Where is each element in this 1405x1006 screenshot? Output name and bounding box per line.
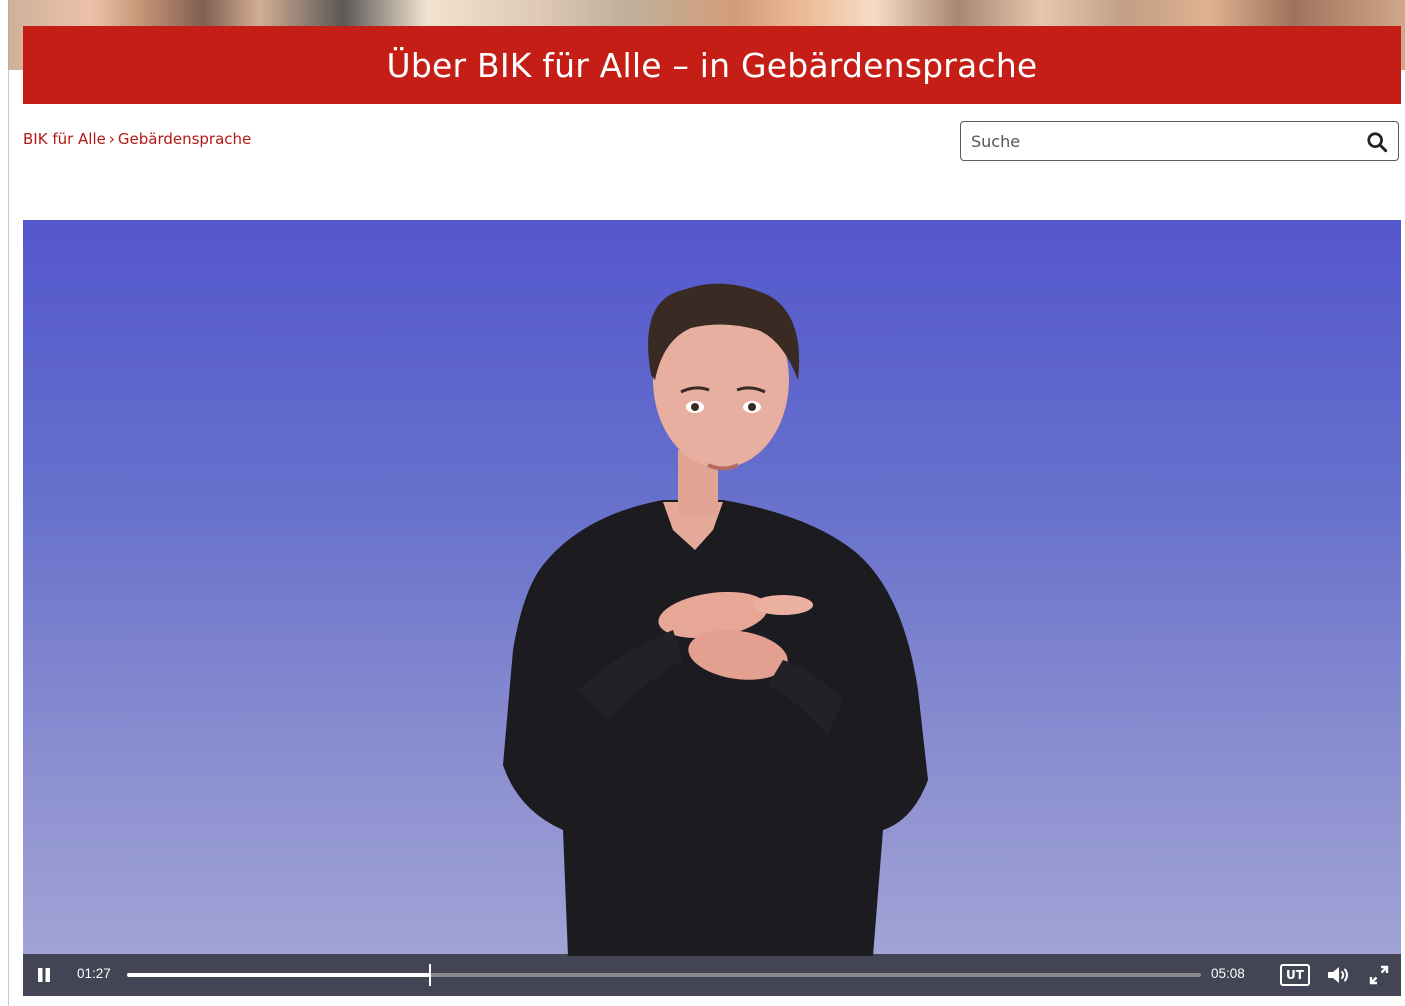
video-player[interactable]: 01:27 05:08 UT (23, 220, 1401, 996)
breadcrumb: BIK für Alle › Gebärdensprache (23, 130, 251, 148)
search-icon[interactable] (1366, 131, 1388, 153)
search-box (960, 121, 1399, 161)
page: Über BIK für Alle – in Gebärdensprache B… (0, 0, 1405, 1006)
current-time: 01:27 (77, 966, 111, 981)
breadcrumb-separator: › (108, 130, 115, 148)
sign-language-interpreter-image (503, 283, 928, 956)
fullscreen-icon[interactable] (1368, 964, 1390, 986)
volume-icon[interactable] (1326, 964, 1352, 986)
pause-icon[interactable] (34, 965, 54, 985)
breadcrumb-item-home[interactable]: BIK für Alle (23, 130, 106, 148)
subtitles-button[interactable]: UT (1280, 964, 1310, 986)
page-title: Über BIK für Alle – in Gebärdensprache (386, 45, 1038, 85)
total-time: 05:08 (1211, 966, 1245, 981)
progress-handle[interactable] (429, 964, 431, 986)
progress-bar[interactable] (127, 964, 1201, 986)
breadcrumb-item-current[interactable]: Gebärdensprache (118, 130, 251, 148)
progress-fill (127, 973, 430, 977)
page-left-border (8, 0, 9, 1006)
video-controls: 01:27 05:08 UT (23, 954, 1401, 996)
header-bar: Über BIK für Alle – in Gebärdensprache (23, 26, 1401, 104)
search-input[interactable] (971, 122, 1341, 160)
